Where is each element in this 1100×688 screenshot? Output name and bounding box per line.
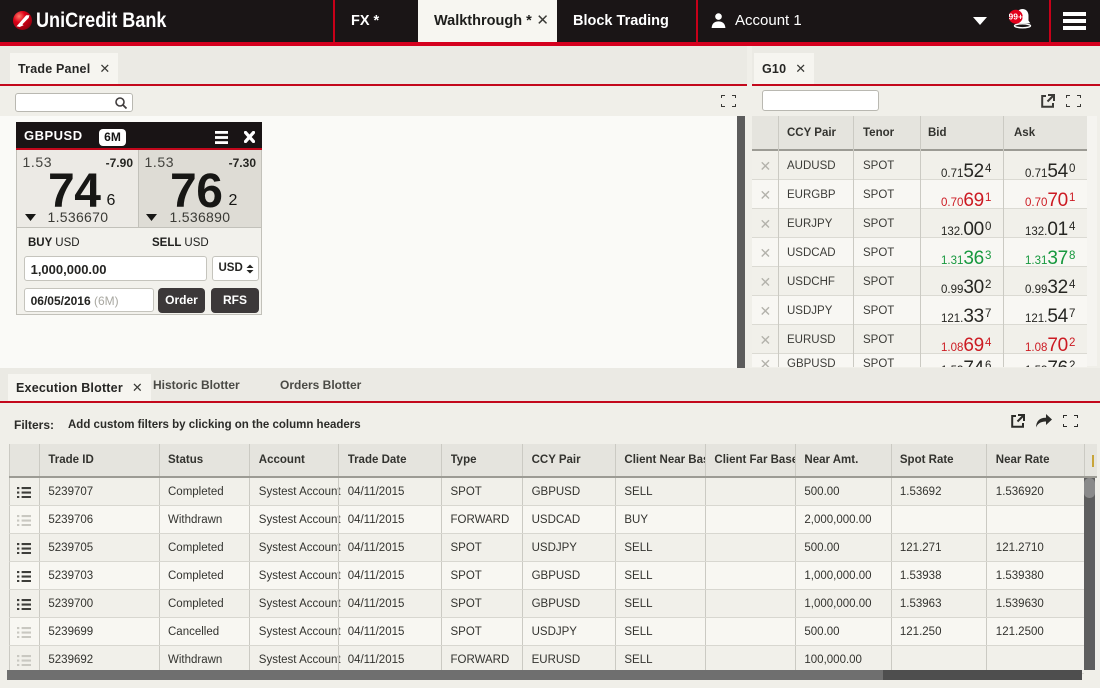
- svg-text:99+: 99+: [1009, 12, 1023, 22]
